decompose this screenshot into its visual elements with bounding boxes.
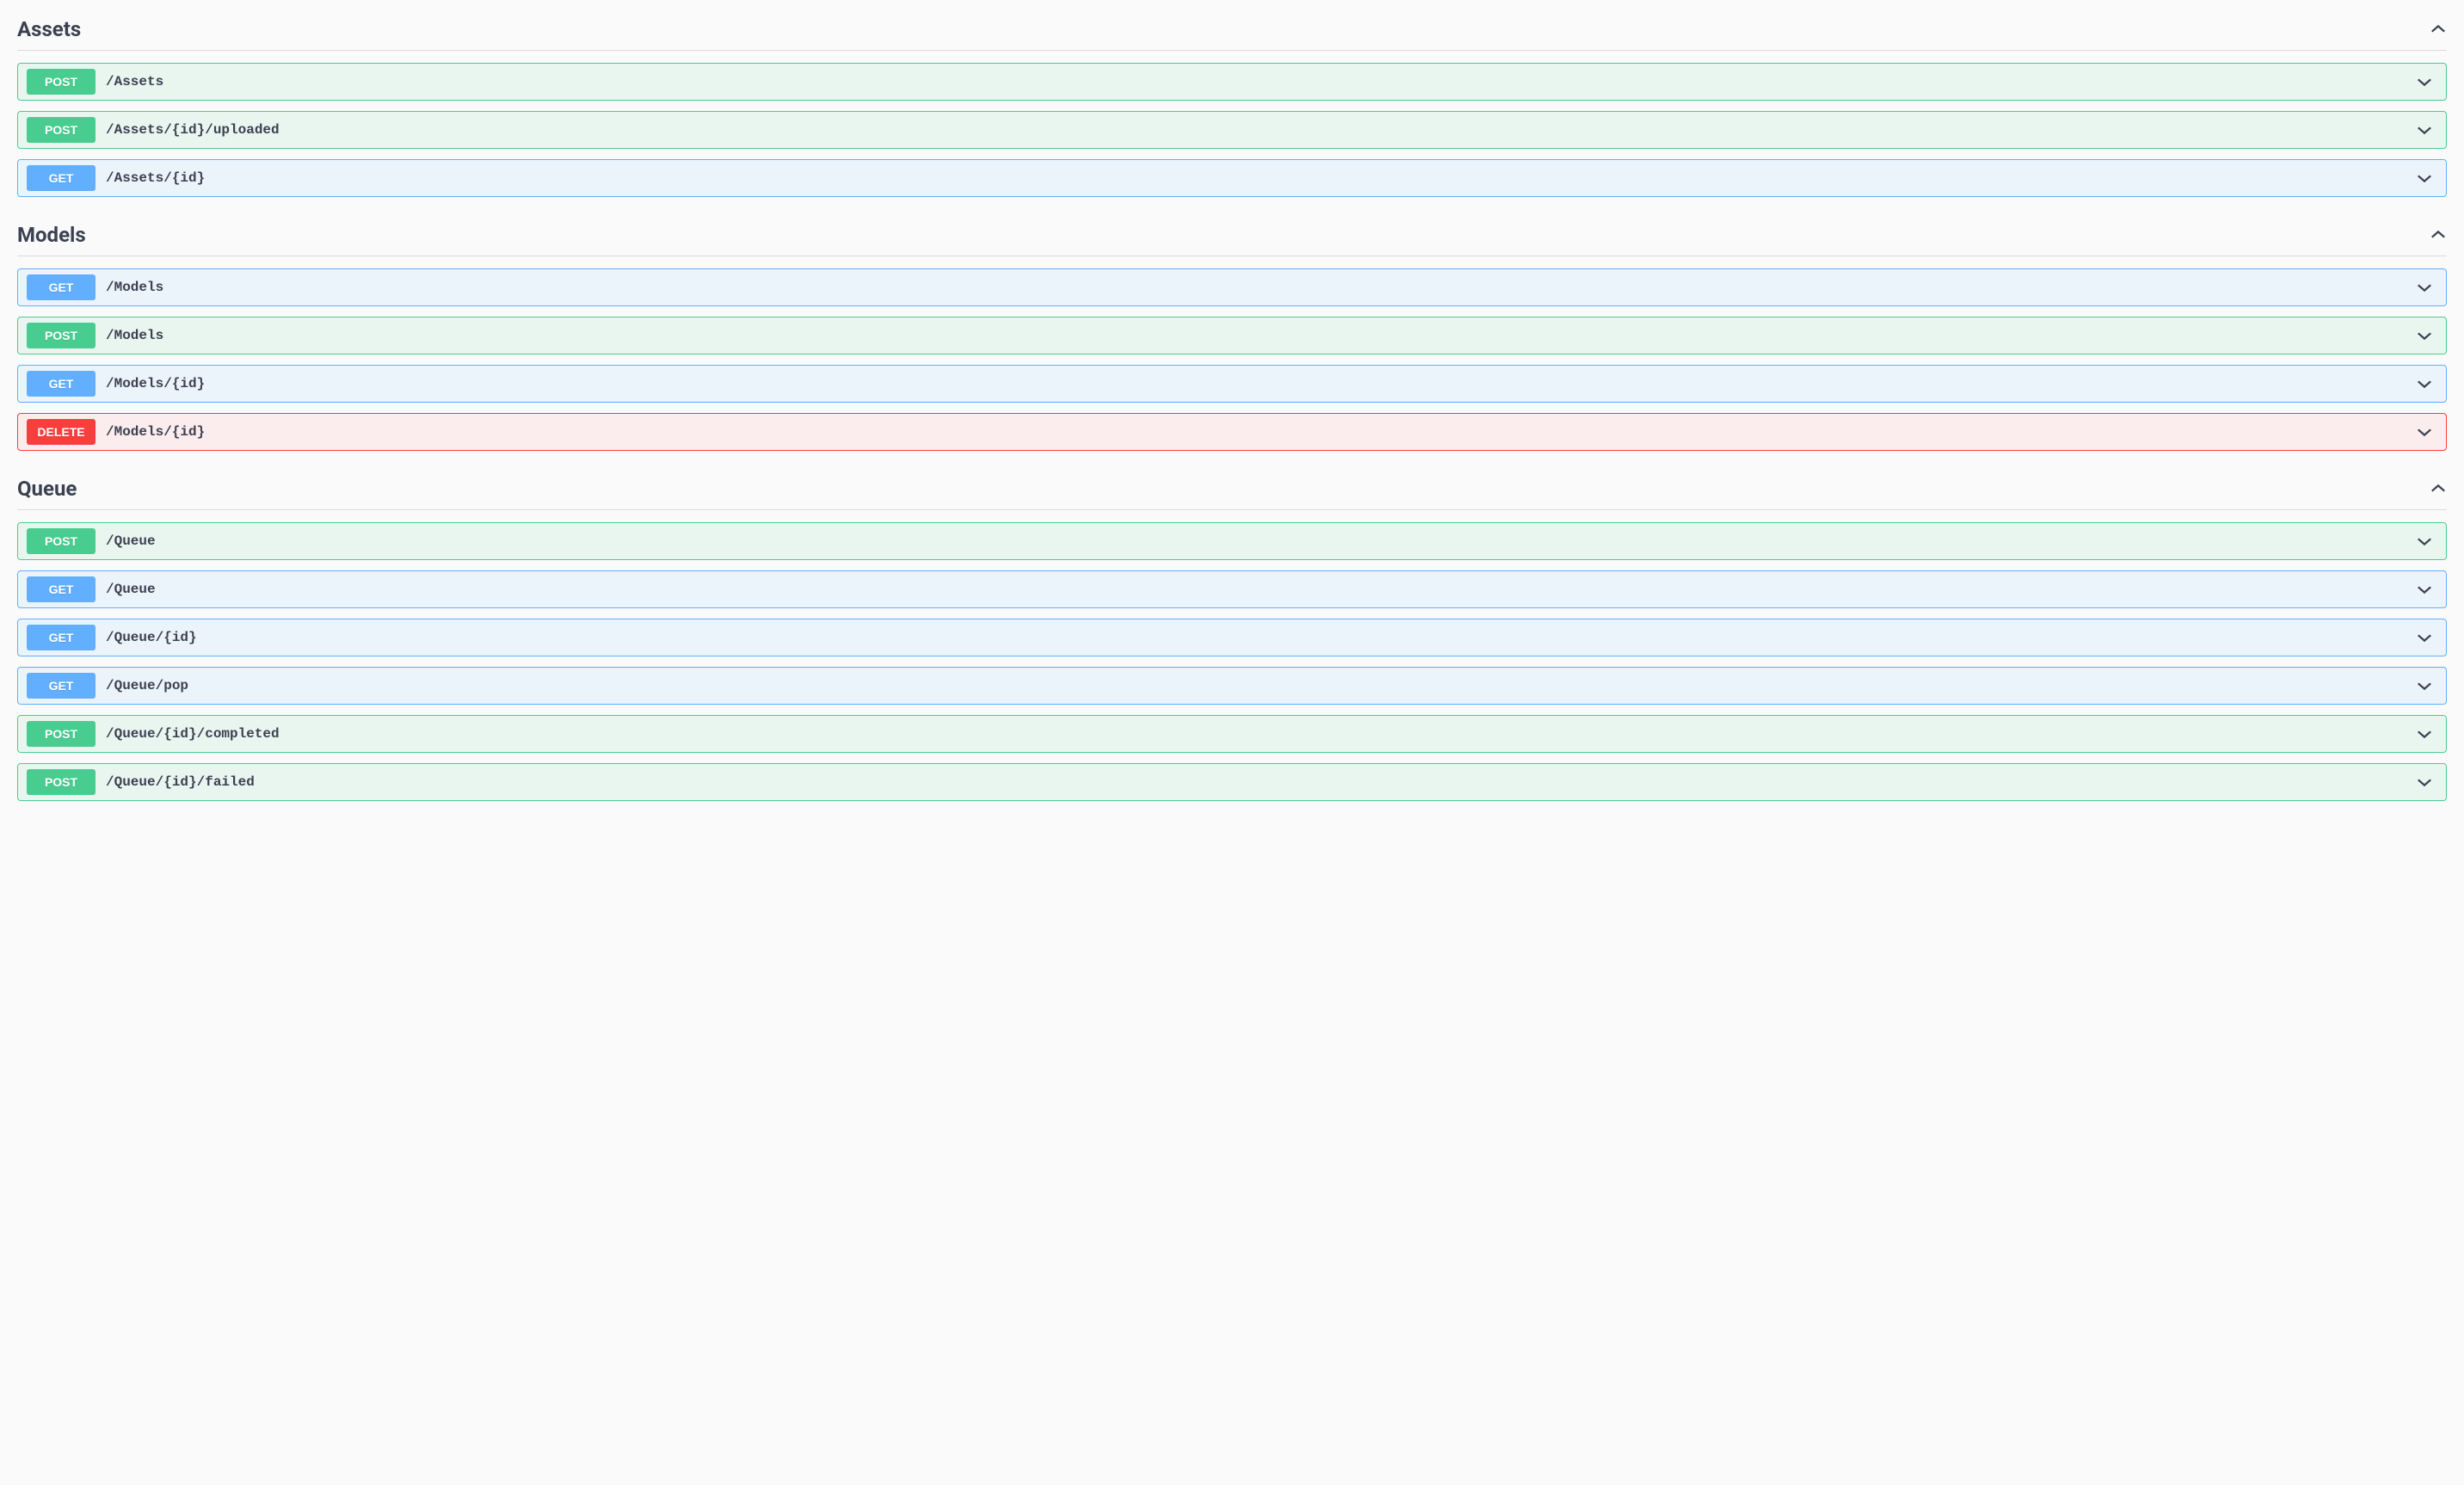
endpoint-path: /Assets — [106, 74, 2417, 89]
method-badge: GET — [27, 274, 95, 300]
method-badge: POST — [27, 323, 95, 348]
chevron-up-icon — [2430, 480, 2447, 497]
method-badge: POST — [27, 69, 95, 95]
chevron-down-icon — [2417, 173, 2437, 183]
section-header[interactable]: Models — [17, 223, 2447, 256]
endpoint-path: /Queue/{id}/completed — [106, 726, 2417, 742]
endpoint-row[interactable]: GET/Models/{id} — [17, 365, 2447, 403]
method-badge: POST — [27, 769, 95, 795]
endpoint-row[interactable]: POST/Queue/{id}/failed — [17, 763, 2447, 801]
method-badge: POST — [27, 721, 95, 747]
section-header[interactable]: Queue — [17, 477, 2447, 510]
section-title: Queue — [17, 477, 77, 501]
chevron-down-icon — [2417, 681, 2437, 691]
method-badge: GET — [27, 371, 95, 397]
endpoint-row[interactable]: POST/Queue/{id}/completed — [17, 715, 2447, 753]
chevron-down-icon — [2417, 729, 2437, 739]
chevron-down-icon — [2417, 427, 2437, 437]
endpoint-row[interactable]: POST/Assets/{id}/uploaded — [17, 111, 2447, 149]
chevron-down-icon — [2417, 632, 2437, 643]
method-badge: POST — [27, 117, 95, 143]
endpoint-row[interactable]: GET/Queue/pop — [17, 667, 2447, 705]
chevron-down-icon — [2417, 379, 2437, 389]
method-badge: DELETE — [27, 419, 95, 445]
chevron-down-icon — [2417, 777, 2437, 787]
endpoint-row[interactable]: GET/Queue/{id} — [17, 619, 2447, 656]
method-badge: POST — [27, 528, 95, 554]
endpoint-row[interactable]: GET/Queue — [17, 570, 2447, 608]
endpoint-path: /Assets/{id}/uploaded — [106, 122, 2417, 138]
endpoint-path: /Models/{id} — [106, 376, 2417, 391]
endpoint-row[interactable]: POST/Models — [17, 317, 2447, 354]
api-section: AssetsPOST/AssetsPOST/Assets/{id}/upload… — [17, 17, 2447, 197]
endpoint-row[interactable]: POST/Queue — [17, 522, 2447, 560]
api-documentation: AssetsPOST/AssetsPOST/Assets/{id}/upload… — [17, 17, 2447, 801]
chevron-down-icon — [2417, 282, 2437, 293]
chevron-down-icon — [2417, 584, 2437, 595]
chevron-up-icon — [2430, 21, 2447, 38]
api-section: ModelsGET/ModelsPOST/ModelsGET/Models/{i… — [17, 223, 2447, 451]
method-badge: GET — [27, 576, 95, 602]
endpoint-path: /Models — [106, 328, 2417, 343]
method-badge: GET — [27, 673, 95, 699]
chevron-down-icon — [2417, 330, 2437, 341]
endpoint-row[interactable]: GET/Models — [17, 268, 2447, 306]
method-badge: GET — [27, 165, 95, 191]
chevron-down-icon — [2417, 77, 2437, 87]
method-badge: GET — [27, 625, 95, 650]
endpoint-path: /Queue/{id}/failed — [106, 774, 2417, 790]
endpoint-path: /Queue — [106, 533, 2417, 549]
endpoint-path: /Queue — [106, 582, 2417, 597]
section-title: Assets — [17, 17, 81, 41]
endpoint-path: /Models/{id} — [106, 424, 2417, 440]
chevron-down-icon — [2417, 536, 2437, 546]
endpoint-path: /Assets/{id} — [106, 170, 2417, 186]
endpoint-path: /Queue/pop — [106, 678, 2417, 693]
section-header[interactable]: Assets — [17, 17, 2447, 51]
endpoint-row[interactable]: GET/Assets/{id} — [17, 159, 2447, 197]
endpoint-path: /Models — [106, 280, 2417, 295]
section-title: Models — [17, 223, 86, 247]
api-section: QueuePOST/QueueGET/QueueGET/Queue/{id}GE… — [17, 477, 2447, 801]
endpoint-row[interactable]: POST/Assets — [17, 63, 2447, 101]
chevron-down-icon — [2417, 125, 2437, 135]
endpoint-row[interactable]: DELETE/Models/{id} — [17, 413, 2447, 451]
chevron-up-icon — [2430, 226, 2447, 243]
endpoint-path: /Queue/{id} — [106, 630, 2417, 645]
